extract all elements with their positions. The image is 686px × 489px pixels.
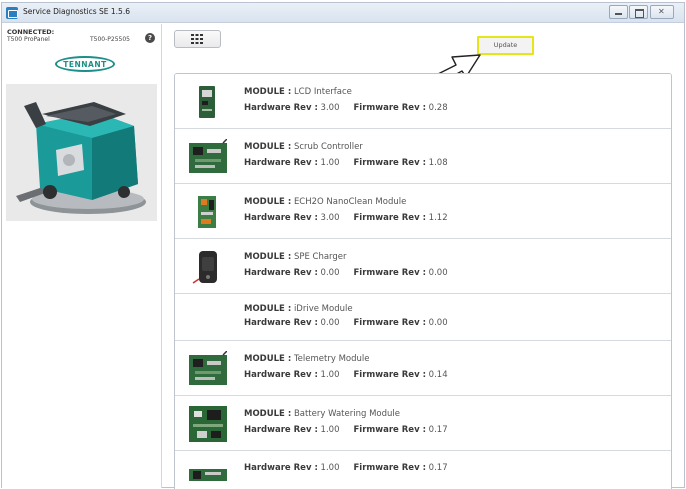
module-row[interactable]: MODULE : SPE Charger Hardware Rev : 0.00 F…	[175, 239, 671, 294]
module-name: SPE Charger	[293, 252, 347, 262]
firmware-rev-value: 0.17	[428, 463, 448, 473]
firmware-rev-value: 0.17	[428, 425, 448, 435]
module-name: ECH2O NanoClean Module	[293, 197, 407, 207]
firmware-rev-label: Firmware Rev :	[353, 318, 426, 328]
module-row[interactable]: MODULE : Telemetry Module Hardware Rev : …	[175, 341, 671, 396]
help-icon[interactable]: ?	[145, 33, 155, 43]
module-rev-line: Hardware Rev : 3.00 Firmware Rev : 0.28	[244, 103, 448, 113]
hardware-rev-label: Hardware Rev :	[244, 318, 318, 328]
module-rev-line: Hardware Rev : 0.00 Firmware Rev : 0.00	[244, 268, 448, 278]
module-name: LCD Interface	[293, 87, 352, 97]
firmware-rev-label: Firmware Rev :	[353, 370, 426, 380]
module-label: MODULE :	[244, 409, 292, 419]
hardware-rev-label: Hardware Rev :	[244, 213, 318, 223]
brand-logo-text: TENNANT	[63, 60, 107, 69]
hardware-rev-value: 1.00	[320, 158, 340, 168]
firmware-rev-label: Firmware Rev :	[353, 268, 426, 278]
module-name-line: MODULE : SPE Charger	[244, 252, 347, 262]
firmware-rev-label: Firmware Rev :	[353, 213, 426, 223]
module-label: MODULE :	[244, 304, 292, 314]
module-name: Battery Watering Module	[293, 409, 400, 419]
module-name-line: MODULE : LCD Interface	[244, 87, 352, 97]
module-row[interactable]: MODULE : iDrive Module Hardware Rev : 0.0…	[175, 294, 671, 341]
module-row[interactable]: Hardware Rev : 1.00 Firmware Rev : 0.17	[175, 451, 671, 489]
hardware-rev-label: Hardware Rev :	[244, 425, 318, 435]
floor-scrubber-image	[6, 84, 157, 221]
module-board-image	[189, 194, 227, 230]
hardware-rev-label: Hardware Rev :	[244, 370, 318, 380]
module-label: MODULE :	[244, 142, 292, 152]
hardware-rev-label: Hardware Rev :	[244, 158, 318, 168]
top-toolbar: Update	[163, 24, 684, 55]
close-icon[interactable]	[650, 5, 674, 19]
module-row[interactable]: MODULE : Battery Watering Module Hardware…	[175, 396, 671, 451]
hardware-rev-value: 0.00	[320, 268, 340, 278]
module-rev-line: Hardware Rev : 1.00 Firmware Rev : 0.17	[244, 463, 448, 473]
brand-logo: TENNANT	[55, 56, 115, 72]
maximize-icon[interactable]	[629, 5, 648, 19]
module-board-image	[189, 350, 228, 387]
module-name: iDrive Module	[293, 304, 353, 314]
firmware-rev-value: 1.08	[428, 158, 448, 168]
module-rev-line: Hardware Rev : 0.00 Firmware Rev : 0.00	[244, 318, 448, 328]
connection-status: CONNECTED:	[7, 28, 55, 36]
module-board-image	[189, 249, 227, 285]
firmware-rev-value: 0.00	[428, 318, 448, 328]
firmware-rev-value: 1.12	[428, 213, 448, 223]
module-name: Telemetry Module	[293, 354, 370, 364]
left-panel: CONNECTED: T500 ProPanel T500-P25505 ? T…	[2, 24, 162, 488]
app-window: Service Diagnostics SE 1.5.6 CONNECTED: …	[1, 2, 685, 489]
minimize-icon[interactable]	[609, 5, 628, 19]
module-label: MODULE :	[244, 252, 292, 262]
module-board-image	[189, 138, 228, 175]
hardware-rev-label: Hardware Rev :	[244, 268, 318, 278]
module-name-line: MODULE : Battery Watering Module	[244, 409, 400, 419]
firmware-rev-label: Firmware Rev :	[353, 158, 426, 168]
hardware-rev-value: 3.00	[320, 103, 340, 113]
firmware-rev-value: 0.14	[428, 370, 448, 380]
machine-serial: T500-P25505	[90, 36, 130, 43]
module-board-image	[189, 304, 227, 340]
hardware-rev-label: Hardware Rev :	[244, 463, 318, 473]
hardware-rev-value: 1.00	[320, 370, 340, 380]
hardware-rev-value: 1.00	[320, 463, 340, 473]
hardware-rev-value: 3.00	[320, 213, 340, 223]
grid-menu-icon	[191, 34, 203, 44]
module-rev-line: Hardware Rev : 3.00 Firmware Rev : 1.12	[244, 213, 448, 223]
module-name-line: MODULE : Telemetry Module	[244, 354, 369, 364]
module-row[interactable]: MODULE : ECH2O NanoClean Module Hardware …	[175, 184, 671, 239]
module-rev-line: Hardware Rev : 1.00 Firmware Rev : 0.14	[244, 370, 448, 380]
window-title: Service Diagnostics SE 1.5.6	[23, 7, 130, 16]
grid-menu-button[interactable]	[174, 30, 221, 48]
module-rev-line: Hardware Rev : 1.00 Firmware Rev : 0.17	[244, 425, 448, 435]
module-board-image	[189, 459, 227, 489]
module-name-line: MODULE : ECH2O NanoClean Module	[244, 197, 406, 207]
module-name-line: MODULE : Scrub Controller	[244, 142, 363, 152]
modules-list[interactable]: MODULE : LCD Interface Hardware Rev : 3.0…	[174, 73, 672, 489]
firmware-rev-label: Firmware Rev :	[353, 463, 426, 473]
firmware-rev-label: Firmware Rev :	[353, 425, 426, 435]
module-label: MODULE :	[244, 87, 292, 97]
module-rev-line: Hardware Rev : 1.00 Firmware Rev : 1.08	[244, 158, 448, 168]
module-name: Scrub Controller	[293, 142, 363, 152]
module-board-image	[189, 406, 227, 442]
firmware-rev-label: Firmware Rev :	[353, 103, 426, 113]
module-label: MODULE :	[244, 197, 292, 207]
module-name-line: MODULE : iDrive Module	[244, 304, 353, 314]
hardware-rev-value: 0.00	[320, 318, 340, 328]
module-board-image	[189, 84, 227, 120]
module-label: MODULE :	[244, 354, 292, 364]
app-icon	[6, 7, 18, 19]
hardware-rev-value: 1.00	[320, 425, 340, 435]
firmware-rev-value: 0.28	[428, 103, 448, 113]
title-bar[interactable]: Service Diagnostics SE 1.5.6	[2, 3, 684, 23]
machine-model: T500 ProPanel	[7, 36, 50, 43]
module-row[interactable]: MODULE : LCD Interface Hardware Rev : 3.0…	[175, 74, 671, 129]
hardware-rev-label: Hardware Rev :	[244, 103, 318, 113]
firmware-rev-value: 0.00	[428, 268, 448, 278]
module-row[interactable]: MODULE : Scrub Controller Hardware Rev : …	[175, 129, 671, 184]
